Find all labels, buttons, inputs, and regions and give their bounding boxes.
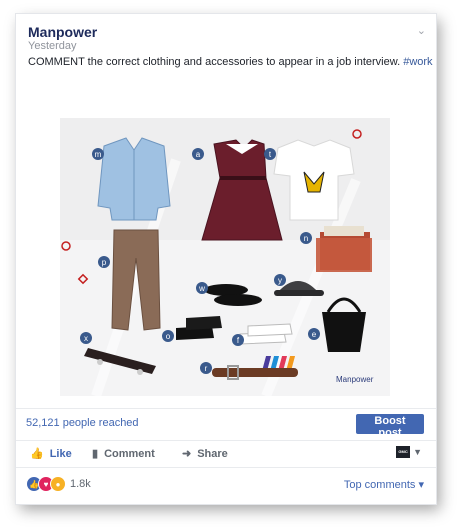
caret-down-icon: ▾ [418,479,424,491]
svg-text:w: w [198,284,205,293]
comment-icon: ▮ [92,448,99,460]
label-badge-e[interactable]: e [308,328,320,340]
top-comments-dropdown[interactable]: Top comments ▾ [344,478,424,491]
chevron-down-icon[interactable]: ⌄ [417,24,426,37]
label-badge-t[interactable]: t [264,148,276,160]
reactions-row: 👍 ♥ ● 1.8k Top comments ▾ [16,470,436,498]
share-button[interactable]: ➜ Share [182,447,228,461]
svg-text:r: r [205,364,208,373]
label-badge-x[interactable]: x [80,332,92,344]
sneakers-item[interactable] [239,323,293,345]
comment-button[interactable]: ▮ Comment [92,447,155,461]
people-reached[interactable]: 52,121 people reached [26,417,139,429]
thumbs-up-icon: 👍 [30,448,44,460]
post-text: COMMENT the correct clothing and accesso… [28,56,433,68]
facebook-post-card: Manpower Yesterday ⌄ COMMENT the correct… [16,14,436,504]
post-image[interactable]: m a t n p w y x o f e r Manpower [16,80,436,424]
label-badge-r[interactable]: r [200,362,212,374]
post-timestamp[interactable]: Yesterday [28,40,77,52]
svg-text:a: a [196,150,201,159]
author-name[interactable]: Manpower [28,24,97,40]
label-badge-m[interactable]: m [92,148,104,160]
svg-text:y: y [278,276,282,285]
page-avatar: GMC [396,446,411,458]
boost-post-button[interactable]: Boost post [356,414,424,439]
label-badge-a[interactable]: a [192,148,204,160]
top-comments-label: Top comments [343,479,416,491]
share-icon: ➜ [182,448,192,460]
label-badge-n[interactable]: n [300,232,312,244]
reach-row: 52,121 people reached Boost post [16,408,436,439]
like-button[interactable]: 👍 Like [30,447,72,461]
shirt-item[interactable] [97,137,171,221]
svg-text:n: n [304,234,308,243]
reaction-count[interactable]: 1.8k [70,478,91,490]
chevron-down-icon: ▼ [413,447,422,457]
label-badge-w[interactable]: w [196,282,208,294]
like-label: Like [49,447,72,460]
comment-label: Comment [104,447,155,460]
svg-text:x: x [84,334,88,343]
svg-text:o: o [166,332,171,341]
post-message: COMMENT the correct clothing and accesso… [28,56,401,68]
folder-item[interactable] [316,226,372,272]
svg-text:m: m [95,150,102,159]
page-selector[interactable]: GMC ▼ [396,446,422,458]
svg-text:Manpower: Manpower [336,375,374,384]
hashtag-link[interactable]: #work [403,56,432,68]
label-badge-o[interactable]: o [162,330,174,342]
post-actions: 👍 Like ▮ Comment ➜ Share GMC ▼ [16,440,436,468]
svg-text:p: p [102,258,107,267]
label-badge-f[interactable]: f [232,334,244,346]
svg-text:e: e [312,330,317,339]
label-badge-p[interactable]: p [98,256,110,268]
share-label: Share [197,447,228,460]
wow-reaction-icon[interactable]: ● [50,476,66,492]
label-badge-y[interactable]: y [274,274,286,286]
